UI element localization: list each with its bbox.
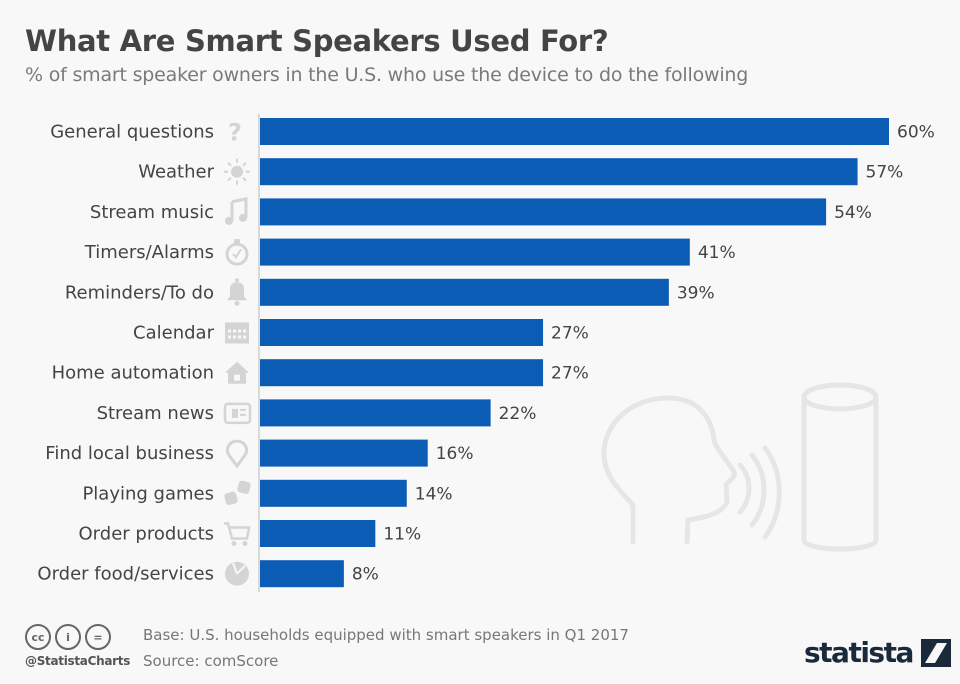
value-label: 22%: [499, 404, 537, 424]
value-label: 27%: [551, 364, 589, 384]
map-pin-icon: [225, 439, 249, 469]
value-label: 11%: [383, 525, 421, 545]
house-icon: [225, 361, 249, 384]
statista-logo[interactable]: statista: [804, 636, 951, 669]
value-label: 8%: [352, 565, 379, 585]
category-label: Stream music: [90, 202, 214, 223]
value-label: 41%: [698, 243, 736, 263]
bar: [260, 359, 544, 387]
bar: [260, 118, 889, 145]
bar: [260, 399, 491, 427]
attribution-icon: i: [55, 624, 81, 650]
head-silhouette-icon: [601, 395, 737, 545]
sun-icon: [224, 158, 250, 185]
question-icon: ?: [228, 119, 242, 147]
shopping-cart-icon: [224, 522, 251, 546]
category-label: Weather: [138, 162, 214, 183]
category-label: Calendar: [133, 323, 215, 344]
value-label: 39%: [677, 283, 715, 303]
bar: [260, 439, 428, 467]
category-label: Playing games: [82, 483, 214, 504]
value-label: 14%: [415, 484, 453, 504]
source-note: Source: comScore: [143, 652, 279, 670]
calendar-icon: [225, 322, 249, 344]
value-label: 16%: [436, 444, 474, 464]
category-label: Order food/services: [37, 564, 214, 585]
bar: [260, 319, 544, 346]
speaker-body: [801, 394, 879, 552]
category-label: General questions: [50, 122, 214, 143]
value-label: 60%: [897, 123, 935, 143]
bar: [260, 278, 669, 306]
value-label: 57%: [866, 163, 904, 183]
base-note: Base: U.S. households equipped with smar…: [143, 626, 629, 644]
bar: [260, 520, 376, 547]
value-label: 54%: [834, 203, 872, 223]
bar-chart: General questions? 60% Weather 57% Stream mu…: [37, 114, 935, 592]
value-label: 27%: [551, 324, 589, 344]
category-label: Reminders/To do: [65, 282, 214, 303]
dice-icon: [224, 480, 251, 505]
logo-text: statista: [804, 636, 914, 669]
cc-icon: cc: [25, 624, 51, 650]
newspaper-icon: [223, 402, 252, 425]
svg-text:?: ?: [228, 119, 242, 147]
creative-commons-badges: cc i =: [25, 624, 111, 650]
twitter-handle[interactable]: @StatistaCharts: [25, 654, 130, 668]
category-label: Stream news: [97, 403, 214, 424]
bell-icon: [227, 278, 247, 306]
sound-wave-2: [749, 452, 767, 528]
speaker-top: [801, 382, 879, 412]
stopwatch-icon: [225, 239, 249, 266]
statista-logo-mark-icon: [920, 638, 951, 667]
category-label: Home automation: [52, 363, 214, 384]
bar: [260, 560, 344, 588]
category-label: Order products: [79, 524, 214, 545]
sound-wave-1: [737, 462, 752, 515]
bar: [260, 238, 690, 266]
bar: [260, 158, 858, 186]
bar: [260, 479, 407, 507]
no-derivatives-icon: =: [85, 624, 111, 650]
pizza-icon: [225, 561, 249, 586]
sound-wave-3: [762, 445, 782, 540]
bar: [260, 198, 827, 226]
category-label: Find local business: [45, 443, 214, 464]
music-note-icon: [225, 197, 248, 225]
speaking-to-speaker-illustration: [601, 382, 879, 552]
category-label: Timers/Alarms: [84, 242, 214, 263]
